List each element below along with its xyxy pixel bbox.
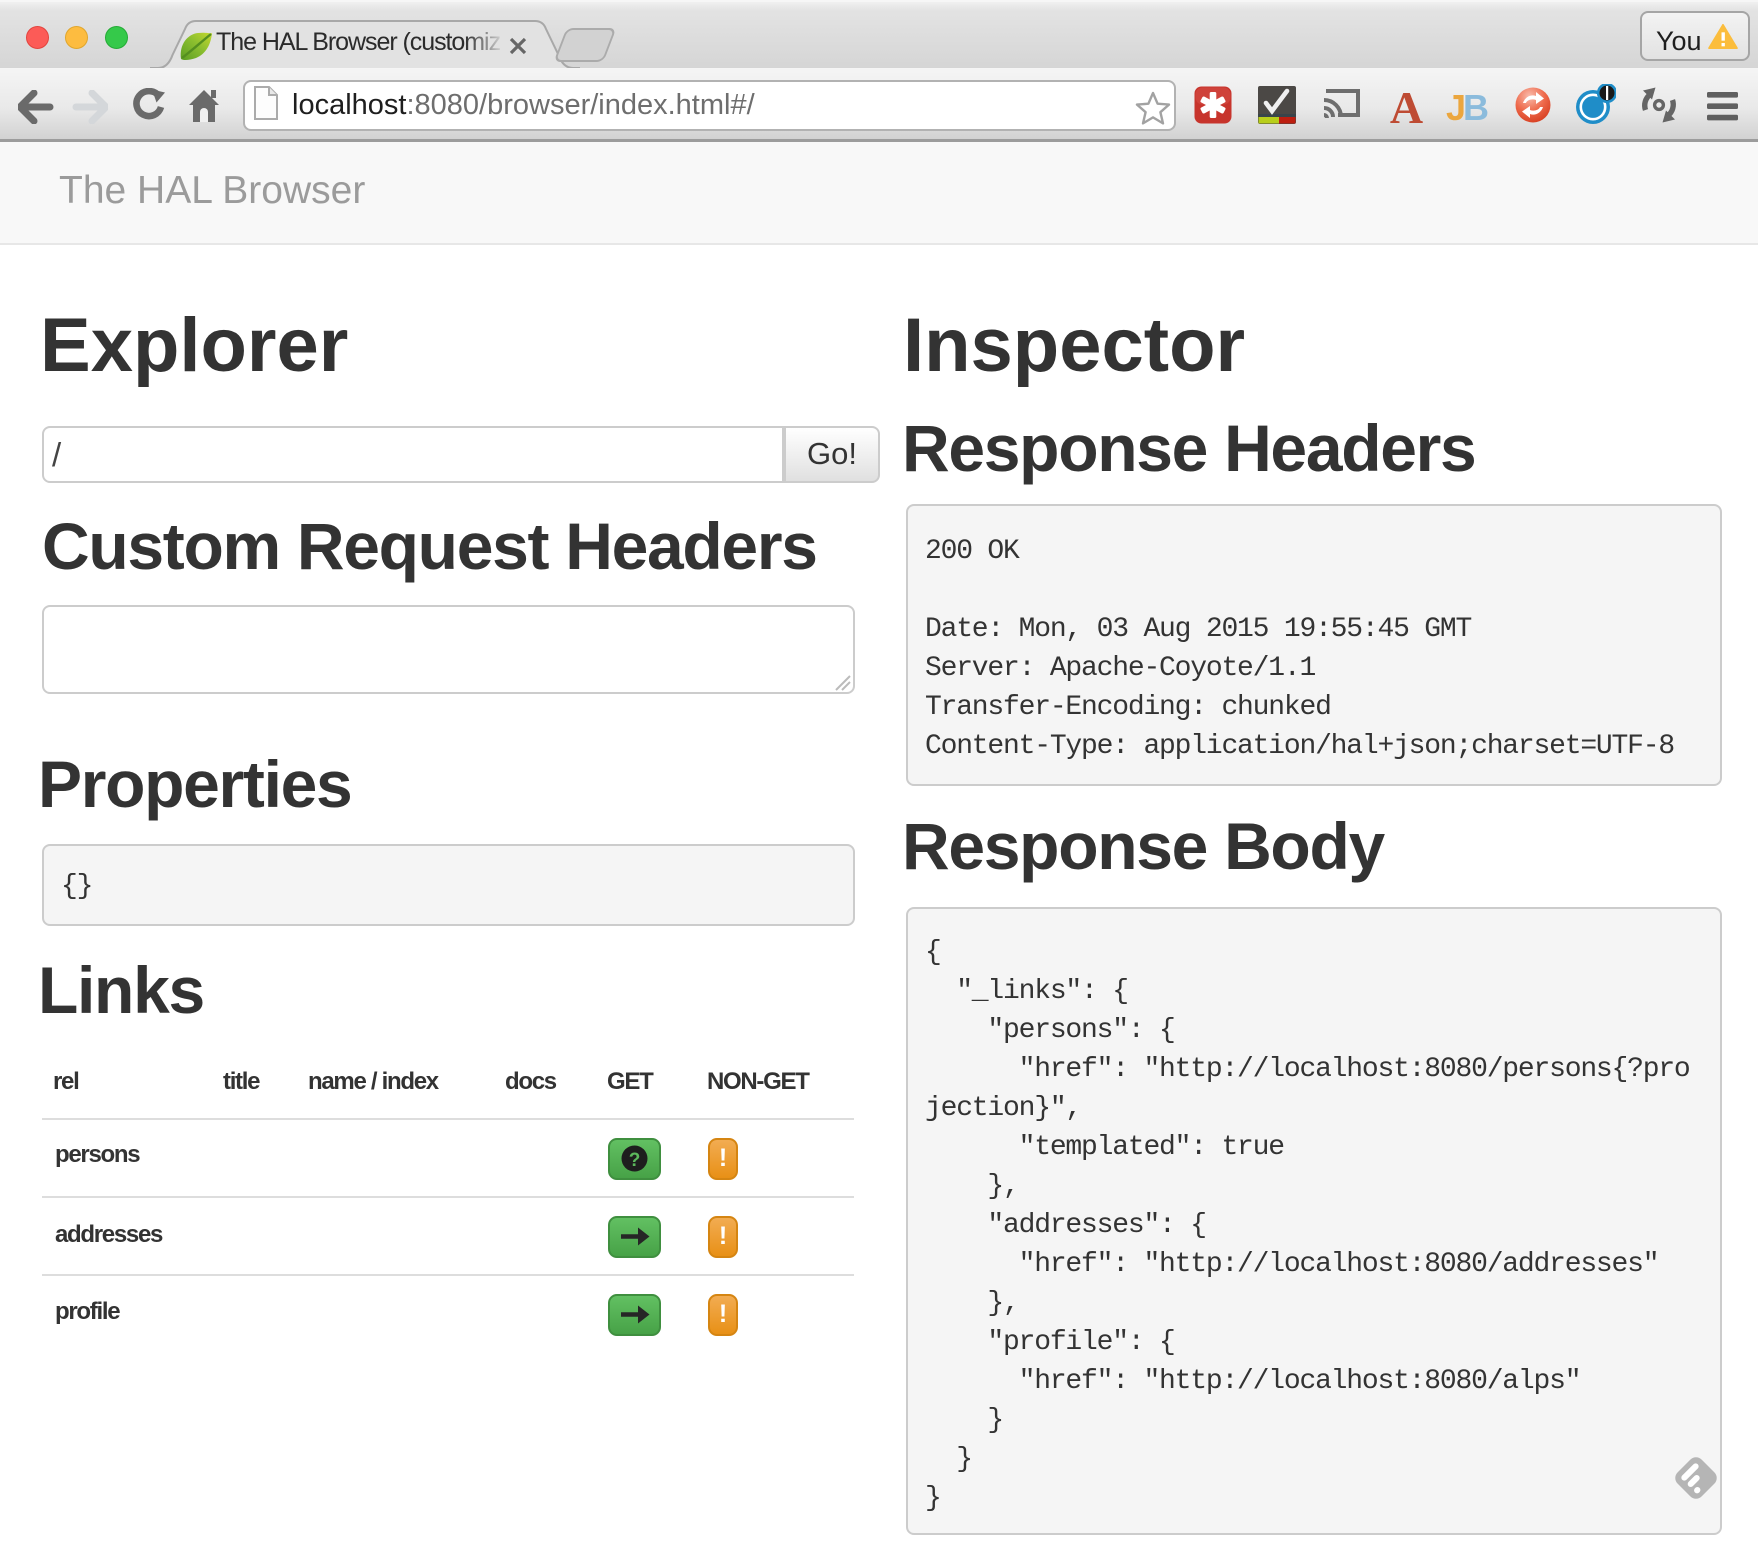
svg-text:?: ? xyxy=(629,1150,641,1171)
